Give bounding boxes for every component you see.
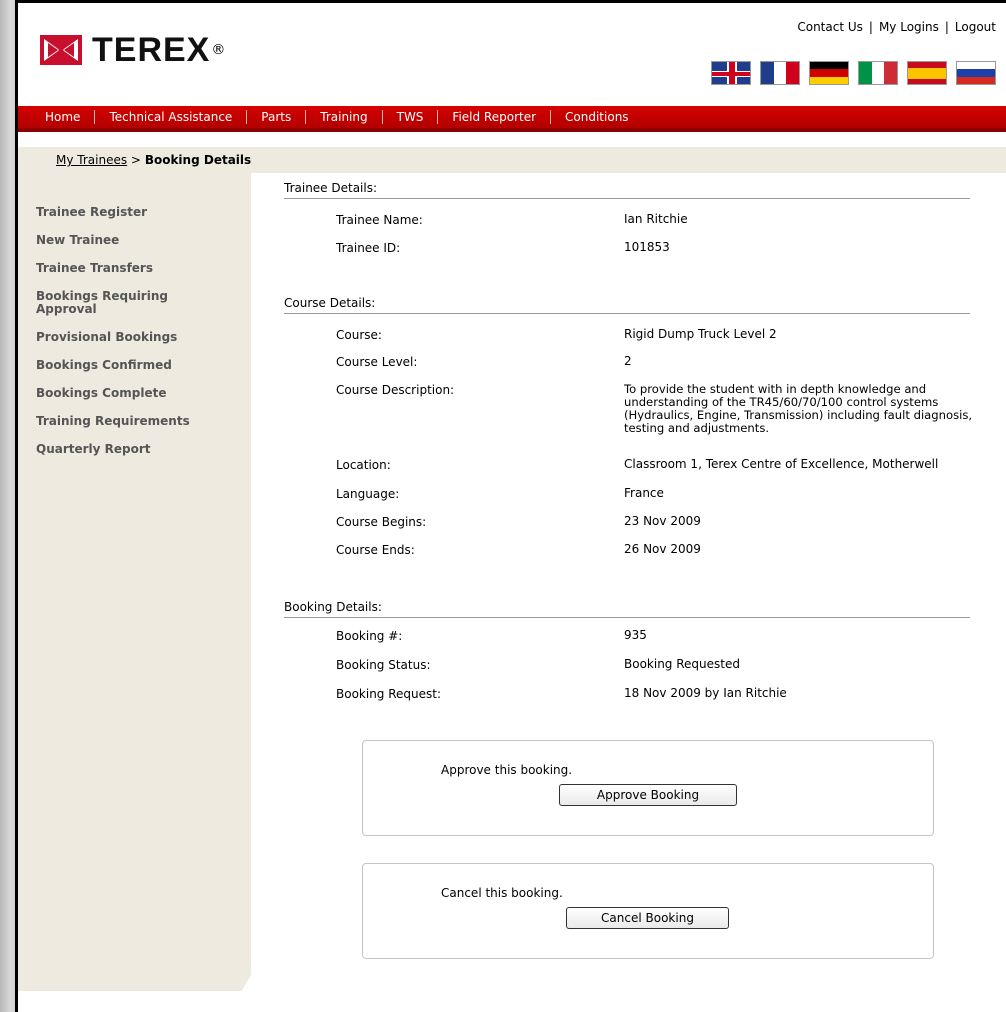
cancel-booking-button[interactable]: Cancel Booking [566, 907, 729, 929]
course-description-value: To provide the student with in depth kno… [624, 382, 973, 435]
top-links: Contact Us | My Logins | Logout [797, 20, 996, 34]
italy-flag-icon[interactable] [858, 61, 898, 85]
breadcrumb-current: Booking Details [144, 153, 252, 167]
booking-number-value: 935 [624, 628, 647, 642]
sidebar-item-bookings-complete[interactable]: Bookings Complete [36, 387, 216, 400]
location-label: Location: [336, 458, 391, 472]
contact-us-link[interactable]: Contact Us [797, 20, 863, 34]
trainee-id-row: Trainee ID: 101853 [336, 240, 1006, 256]
booking-number-label: Booking #: [336, 629, 403, 643]
trainee-name-value: Ian Ritchie [624, 212, 688, 226]
course-begins-label: Course Begins: [336, 515, 427, 529]
course-begins-value: 23 Nov 2009 [624, 514, 701, 528]
booking-request-row: Booking Request: 18 Nov 2009 by Ian Ritc… [336, 686, 1006, 702]
registered-mark: ® [211, 42, 226, 58]
course-value: Rigid Dump Truck Level 2 [624, 327, 777, 341]
page-frame: TEREX ® Contact Us | My Logins | Logout Home… [15, 0, 1006, 1012]
trainee-name-label: Trainee Name: [336, 213, 423, 227]
course-ends-label: Course Ends: [336, 543, 415, 557]
sidebar: Trainee Register New Trainee Trainee Tra… [18, 173, 251, 991]
sidebar-item-trainee-register[interactable]: Trainee Register [36, 206, 216, 219]
nav-field-reporter[interactable]: Field Reporter [438, 110, 552, 124]
logout-link[interactable]: Logout [955, 20, 996, 34]
booking-request-label: Booking Request: [336, 687, 442, 701]
sidebar-item-quarterly-report[interactable]: Quarterly Report [36, 443, 216, 456]
nav-home[interactable]: Home [30, 110, 96, 124]
nav-tws[interactable]: TWS [383, 110, 439, 124]
cancel-booking-panel: Cancel this booking. Cancel Booking [362, 863, 934, 959]
sidebar-item-bookings-requiring-approval[interactable]: Bookings Requiring Approval [36, 290, 186, 316]
terex-logo-text: TEREX [92, 30, 211, 69]
location-value: Classroom 1, Terex Centre of Excellence,… [624, 457, 939, 471]
sidebar-item-training-requirements[interactable]: Training Requirements [36, 415, 216, 428]
location-row: Location: Classroom 1, Terex Centre of E… [336, 457, 1006, 473]
my-logins-link[interactable]: My Logins [879, 20, 939, 34]
course-description-label: Course Description: [336, 383, 455, 397]
cancel-booking-text: Cancel this booking. [441, 886, 563, 900]
course-ends-row: Course Ends: 26 Nov 2009 [336, 542, 1006, 558]
course-level-value: 2 [624, 354, 632, 368]
nav-technical-assistance[interactable]: Technical Assistance [95, 110, 248, 124]
trainee-id-label: Trainee ID: [336, 241, 401, 255]
trainee-name-row: Trainee Name: Ian Ritchie [336, 212, 1006, 228]
approve-booking-text: Approve this booking. [441, 763, 573, 777]
booking-details-heading: Booking Details: [284, 600, 970, 618]
language-flags [711, 61, 996, 85]
trainee-id-value: 101853 [624, 240, 670, 254]
breadcrumb-my-trainees[interactable]: My Trainees [56, 153, 127, 167]
booking-number-row: Booking #: 935 [336, 628, 1006, 644]
course-begins-row: Course Begins: 23 Nov 2009 [336, 514, 1006, 530]
course-ends-value: 26 Nov 2009 [624, 542, 701, 556]
breadcrumb: My Trainees > Booking Details [18, 147, 1006, 173]
course-description-row: Course Description: To provide the stude… [336, 383, 1006, 435]
breadcrumb-separator: > [130, 153, 141, 167]
course-level-label: Course Level: [336, 355, 418, 369]
language-label: Language: [336, 487, 400, 501]
course-row: Course: Rigid Dump Truck Level 2 [336, 327, 1006, 343]
booking-status-row: Booking Status: Booking Requested [336, 657, 1006, 673]
uk-flag-icon[interactable] [711, 61, 751, 85]
terex-logo[interactable]: TEREX ® [40, 30, 226, 69]
language-value: France [624, 486, 664, 500]
course-details-heading: Course Details: [284, 296, 970, 314]
booking-status-value: Booking Requested [624, 657, 740, 671]
booking-request-value: 18 Nov 2009 by Ian Ritchie [624, 686, 787, 700]
booking-status-label: Booking Status: [336, 658, 431, 672]
course-level-row: Course Level: 2 [336, 354, 1006, 370]
nav-training[interactable]: Training [306, 110, 383, 124]
sidebar-item-bookings-confirmed[interactable]: Bookings Confirmed [36, 359, 216, 372]
france-flag-icon[interactable] [760, 61, 800, 85]
spain-flag-icon[interactable] [907, 61, 947, 85]
main-nav: Home Technical Assistance Parts Training… [18, 106, 1006, 132]
nav-parts[interactable]: Parts [247, 110, 307, 124]
nav-conditions[interactable]: Conditions [551, 110, 643, 124]
sidebar-item-provisional-bookings[interactable]: Provisional Bookings [36, 331, 216, 344]
sidebar-item-new-trainee[interactable]: New Trainee [36, 234, 216, 247]
trainee-details-heading: Trainee Details: [284, 181, 970, 199]
russia-flag-icon[interactable] [956, 61, 996, 85]
approve-booking-panel: Approve this booking. Approve Booking [362, 740, 934, 836]
approve-booking-button[interactable]: Approve Booking [559, 784, 737, 806]
sidebar-item-trainee-transfers[interactable]: Trainee Transfers [36, 262, 216, 275]
terex-logo-icon [40, 35, 82, 65]
language-row: Language: France [336, 486, 1006, 502]
germany-flag-icon[interactable] [809, 61, 849, 85]
course-label: Course: [336, 328, 382, 342]
